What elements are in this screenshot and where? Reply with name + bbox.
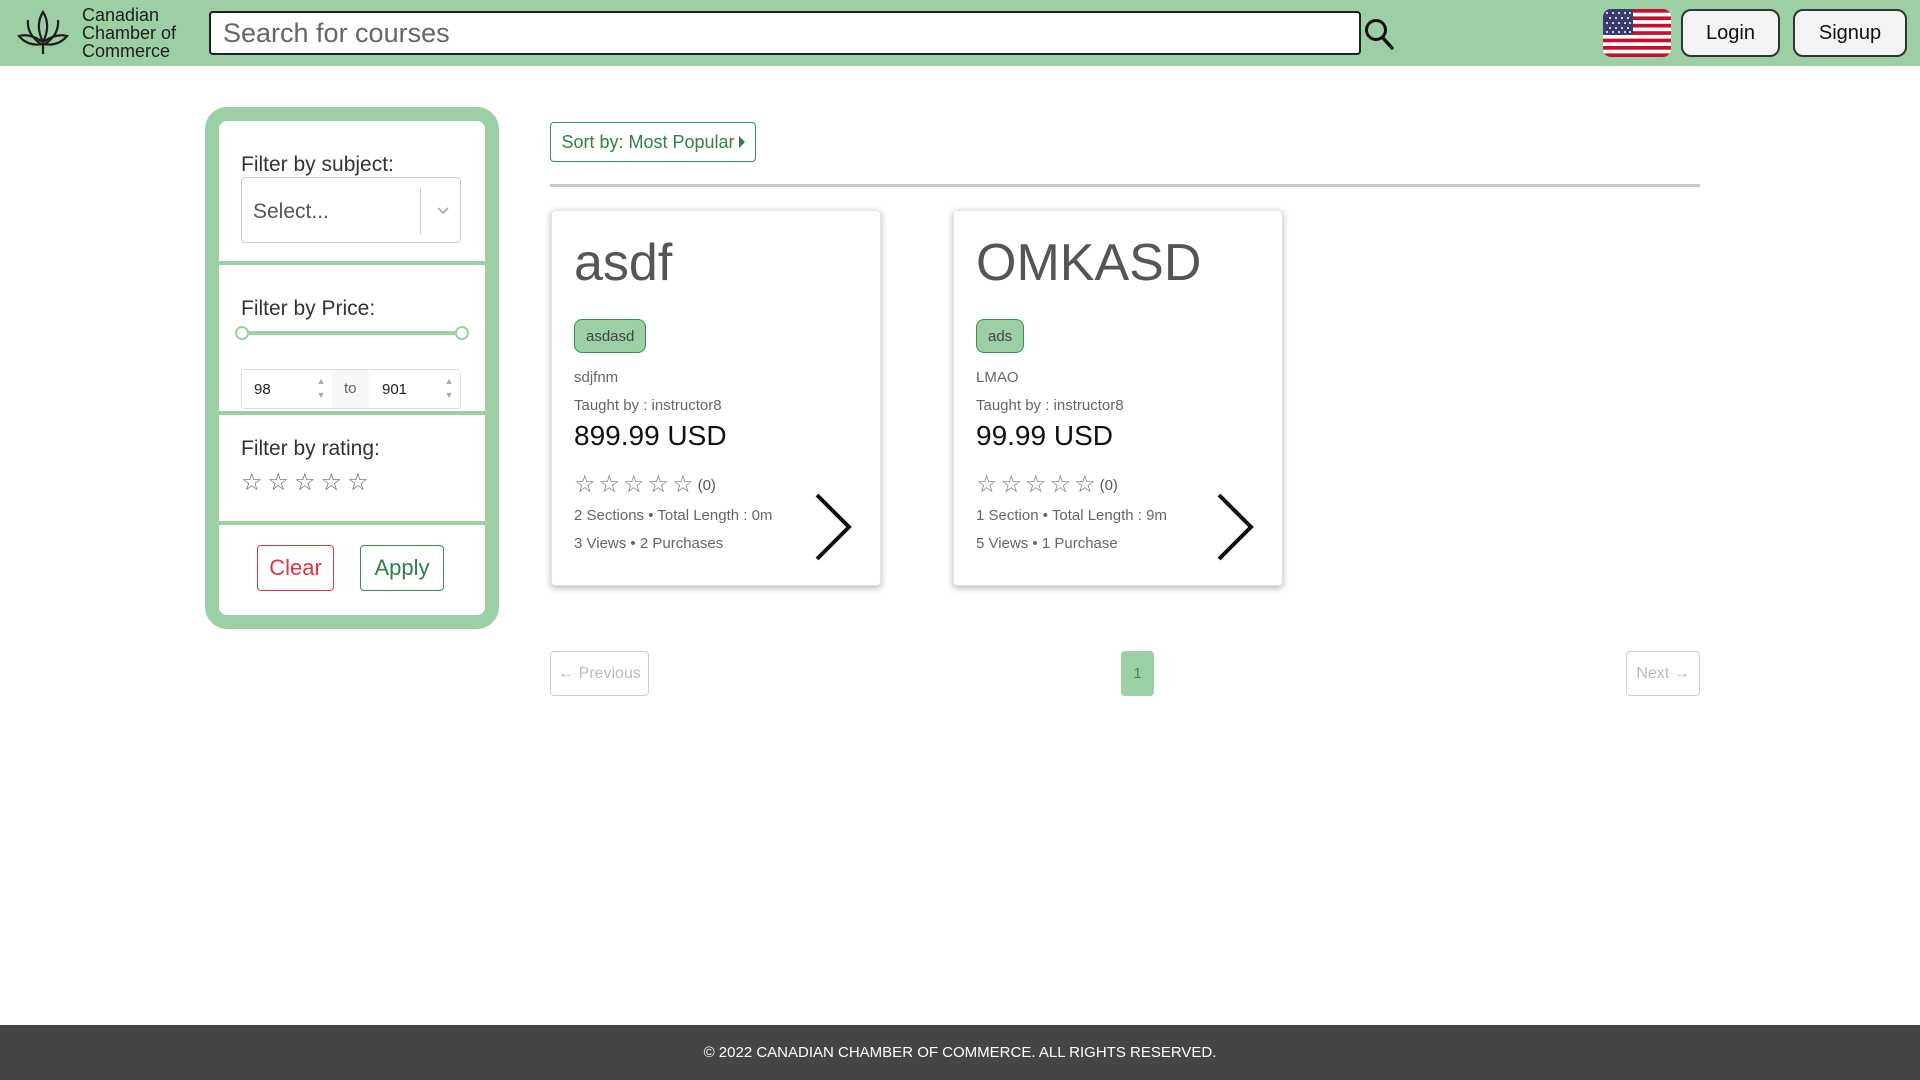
search-icon[interactable]: [1364, 18, 1394, 50]
subject-select-value: Select...: [253, 200, 329, 223]
course-views-purchases: 5 Views • 1 Purchase: [976, 535, 1118, 552]
star-icon: ☆: [1000, 471, 1023, 498]
star-icon: ☆: [574, 471, 596, 498]
star-icon: ☆: [647, 471, 670, 498]
price-slider-max-handle[interactable]: [455, 326, 469, 340]
chevron-right-icon[interactable]: [813, 493, 853, 561]
price-max-spinner-icon[interactable]: ▲ ▼: [444, 374, 454, 404]
sort-label: Sort by: Most Popular: [561, 131, 735, 152]
page-number-button[interactable]: 1: [1121, 651, 1154, 696]
apply-filters-button[interactable]: Apply: [360, 545, 444, 591]
course-subject-tag: asdasd: [574, 319, 647, 353]
rating-star-icon[interactable]: ☆: [241, 471, 263, 495]
course-description: LMAO: [976, 369, 1019, 386]
search-box: [209, 11, 1361, 55]
logo-line-1: Canadian: [82, 5, 160, 25]
star-icon: ☆: [672, 471, 694, 498]
course-sections-length: 1 Section • Total Length : 9m: [976, 507, 1167, 524]
us-flag-icon[interactable]: [1603, 9, 1671, 57]
subject-select[interactable]: Select...: [241, 177, 461, 243]
price-min-spinner-icon[interactable]: ▲ ▼: [316, 374, 326, 404]
clear-filters-button[interactable]: Clear: [257, 545, 334, 591]
rating-star-icon[interactable]: ☆: [347, 471, 369, 495]
star-icon: ☆: [976, 471, 998, 498]
top-navbar: Canadian Chamber of Commerce Search for …: [0, 0, 1920, 66]
logo-line-2: Chamber of: [82, 23, 177, 43]
footer-copyright: © 2022 CANADIAN CHAMBER OF COMMERCE. ALL…: [703, 1044, 1217, 1061]
rating-star-icon[interactable]: ☆: [268, 471, 290, 495]
subject-filter-section: Filter by subject: Select...: [219, 121, 485, 261]
price-filter-title: Filter by Price:: [241, 297, 376, 320]
course-rating: ☆ ☆ ☆ ☆ ☆ (0): [574, 473, 716, 497]
maple-leaf-logo-icon: [17, 9, 69, 54]
star-icon: ☆: [1074, 471, 1096, 498]
footer: © 2022 CANADIAN CHAMBER OF COMMERCE. ALL…: [0, 1025, 1920, 1080]
rating-star-icon[interactable]: ☆: [321, 471, 343, 495]
course-instructor: Taught by : instructor8: [574, 397, 722, 414]
course-card[interactable]: asdf asdasd sdjfnm Taught by : instructo…: [551, 210, 881, 586]
subject-filter-title: Filter by subject:: [241, 153, 394, 176]
chevron-down-icon[interactable]: [436, 204, 450, 218]
next-page-button[interactable]: Next →: [1626, 651, 1700, 696]
signup-button[interactable]: Signup: [1793, 9, 1907, 57]
results-divider: [550, 184, 1700, 187]
price-to-label: to: [344, 380, 357, 397]
rating-star-icon[interactable]: ☆: [294, 471, 316, 495]
course-instructor: Taught by : instructor8: [976, 397, 1124, 414]
rating-count: (0): [1099, 476, 1118, 494]
price-min-value: 98: [254, 380, 271, 398]
course-subject-tag: ads: [976, 319, 1025, 353]
price-max-value: 901: [382, 380, 408, 398]
filter-actions: Clear Apply: [219, 525, 485, 615]
site-logo[interactable]: Canadian Chamber of Commerce: [14, 6, 176, 60]
rating-filter-section: Filter by rating: ☆ ☆ ☆ ☆ ☆: [219, 415, 485, 521]
sort-dropdown-button[interactable]: Sort by: Most Popular: [550, 122, 756, 162]
previous-page-button[interactable]: ← Previous: [550, 651, 649, 696]
rating-count: (0): [697, 476, 716, 494]
caret-right-icon: [738, 136, 745, 148]
rating-filter-title: Filter by rating:: [241, 437, 380, 460]
course-card[interactable]: OMKASD ads LMAO Taught by : instructor8 …: [953, 210, 1283, 586]
star-icon: ☆: [1025, 471, 1047, 498]
course-price: 899.99 USD: [574, 420, 727, 451]
course-title: asdf: [574, 234, 673, 292]
star-icon: ☆: [1049, 471, 1072, 498]
price-slider-min-handle[interactable]: [235, 326, 249, 340]
chevron-right-icon[interactable]: [1215, 493, 1255, 561]
course-sections-length: 2 Sections • Total Length : 0m: [574, 507, 773, 524]
course-views-purchases: 3 Views • 2 Purchases: [574, 535, 724, 552]
course-price: 99.99 USD: [976, 420, 1113, 451]
login-button[interactable]: Login: [1681, 9, 1780, 57]
course-rating: ☆ ☆ ☆ ☆ ☆ (0): [976, 473, 1118, 497]
course-title: OMKASD: [976, 234, 1202, 292]
search-input[interactable]: [211, 13, 1359, 53]
rating-filter-stars: ☆ ☆ ☆ ☆ ☆: [241, 471, 369, 495]
logo-text: Canadian Chamber of Commerce: [82, 6, 176, 60]
price-slider-track[interactable]: [241, 331, 461, 335]
price-range-inputs: 98 ▲ ▼ to 901 ▲ ▼: [241, 369, 461, 409]
filter-panel: Filter by subject: Select... Filter by P…: [205, 107, 499, 629]
price-max-input[interactable]: 901 ▲ ▼: [370, 370, 460, 408]
price-min-input[interactable]: 98 ▲ ▼: [242, 370, 332, 408]
star-icon: ☆: [623, 471, 645, 498]
select-separator: [420, 188, 421, 234]
price-filter-section: Filter by Price: 98 ▲ ▼ to 901 ▲ ▼: [219, 265, 485, 411]
star-icon: ☆: [598, 471, 621, 498]
logo-line-3: Commerce: [82, 41, 171, 61]
course-description: sdjfnm: [574, 369, 619, 386]
